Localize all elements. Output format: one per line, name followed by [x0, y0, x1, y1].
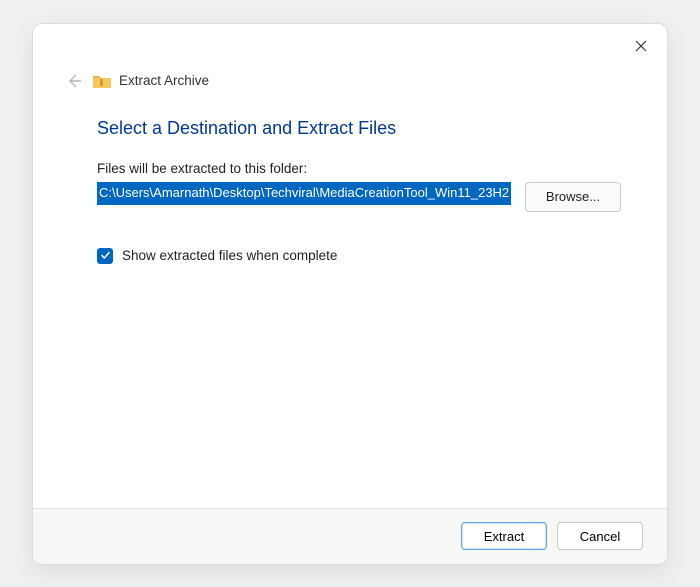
archive-folder-icon	[93, 74, 111, 88]
extract-button[interactable]: Extract	[461, 522, 547, 550]
page-heading: Select a Destination and Extract Files	[97, 118, 621, 139]
cancel-button[interactable]: Cancel	[557, 522, 643, 550]
extract-archive-dialog: Extract Archive Select a Destination and…	[32, 23, 668, 565]
show-files-label: Show extracted files when complete	[122, 248, 337, 263]
back-arrow-icon	[66, 73, 82, 89]
dialog-title: Extract Archive	[119, 73, 209, 88]
back-button[interactable]	[65, 72, 83, 90]
browse-button[interactable]: Browse...	[525, 182, 621, 212]
path-label: Files will be extracted to this folder:	[97, 161, 621, 176]
show-files-checkbox[interactable]	[97, 248, 113, 264]
close-button[interactable]	[631, 36, 651, 56]
dialog-body: Select a Destination and Extract Files F…	[33, 90, 667, 508]
close-icon	[635, 40, 647, 52]
destination-path-input[interactable]	[97, 182, 511, 205]
checkmark-icon	[100, 250, 111, 261]
dialog-header: Extract Archive	[33, 24, 667, 90]
dialog-footer: Extract Cancel	[33, 508, 667, 564]
